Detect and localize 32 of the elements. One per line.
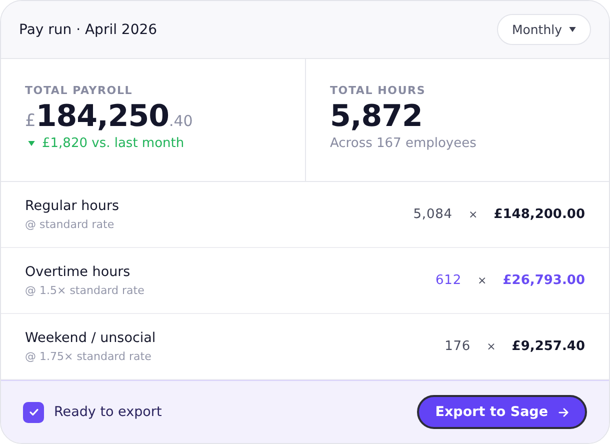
multiply-sign: × — [468, 208, 478, 221]
amount-value: £148,200.00 — [494, 207, 585, 222]
hours-value: 176 — [444, 339, 471, 354]
change-text: £1,820 vs. last month — [42, 136, 184, 151]
row-title: Weekend / unsocial — [25, 330, 156, 346]
multiply-sign: × — [478, 274, 487, 287]
amount-value: £26,793.00 — [502, 273, 585, 288]
checkbox-box[interactable] — [23, 402, 44, 422]
row-title: Regular hours — [25, 198, 120, 214]
stat-label: TOTAL HOURS — [330, 84, 426, 97]
currency-symbol: £ — [25, 111, 36, 131]
export-button[interactable]: Export to Sage — [417, 395, 587, 429]
employees-note: Across 167 employees — [330, 136, 476, 151]
period-dropdown[interactable]: Monthly — [496, 14, 591, 45]
payroll-amount: 184,250 — [36, 99, 169, 134]
pence-amount: .40 — [168, 112, 193, 130]
ready-checkbox[interactable]: Ready to export — [23, 402, 162, 422]
hours-value: 612 — [436, 273, 462, 288]
rate-text: @ standard rate — [25, 218, 116, 231]
multiply-sign: × — [486, 340, 496, 353]
stat-label: TOTAL PAYROLL — [25, 84, 133, 97]
caret-icon — [569, 27, 576, 32]
hours-total: 5,872 — [330, 99, 422, 134]
check-icon — [28, 406, 40, 418]
amount-value: £9,257.40 — [512, 339, 585, 354]
pay-run-title: Pay run · April 2026 — [19, 22, 158, 38]
hours-value: 5,084 — [413, 207, 452, 222]
rate-text: @ 1.75× standard rate — [25, 350, 152, 363]
down-triangle-icon — [28, 141, 35, 146]
rate-text: @ 1.5× standard rate — [25, 284, 144, 297]
arrow-right-icon — [558, 406, 569, 418]
row-title: Overtime hours — [25, 264, 132, 280]
